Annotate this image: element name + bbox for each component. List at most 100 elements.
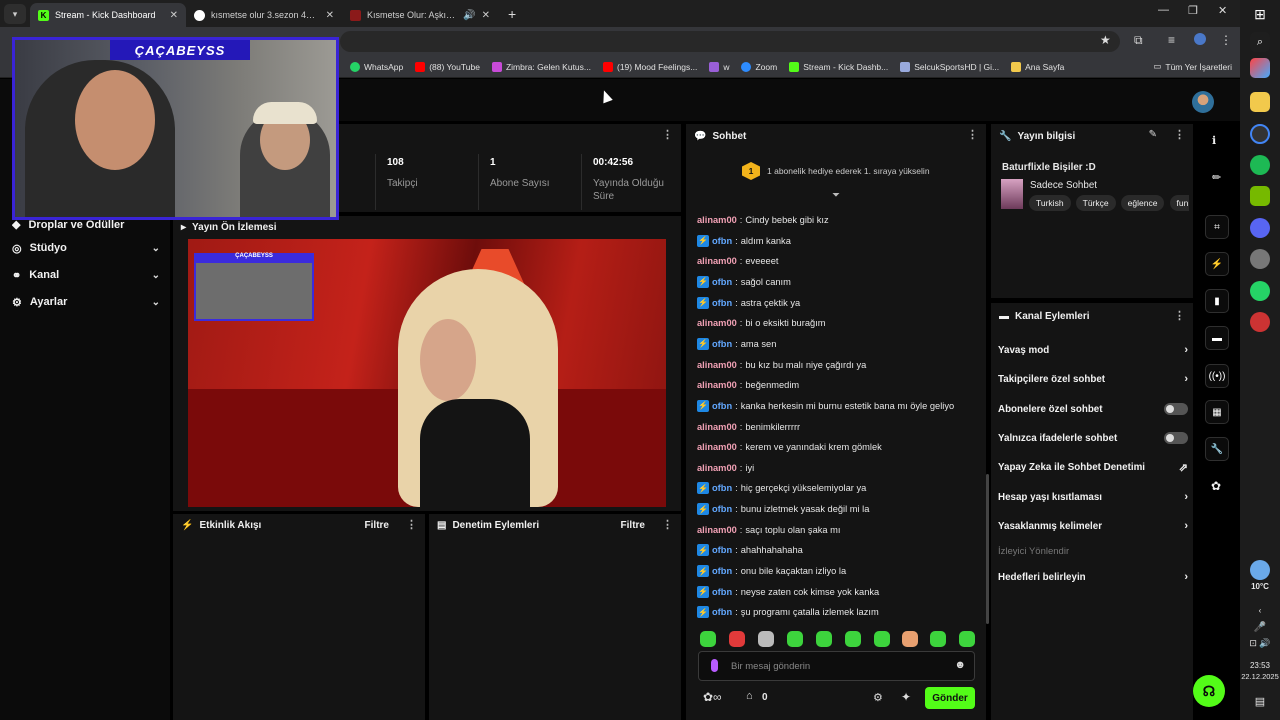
bookmark[interactable]: Zoom	[741, 61, 777, 72]
file-explorer-icon[interactable]	[1250, 92, 1270, 112]
channel-action-item[interactable]: Yalnızca ifadelerle sohbet	[998, 429, 1188, 447]
community-icon[interactable]: ✿∞	[703, 690, 722, 704]
channel-action-item[interactable]: Yavaş mod ›	[998, 341, 1188, 359]
chat-username[interactable]: ofbn	[712, 566, 732, 576]
chat-username[interactable]: ofbn	[712, 277, 732, 287]
star-icon[interactable]: ★	[1100, 33, 1111, 47]
discord-icon[interactable]	[1250, 218, 1270, 238]
close-tab-icon[interactable]: ✕	[170, 10, 178, 21]
more-options-icon[interactable]: ⋮	[662, 128, 673, 141]
all-bookmarks[interactable]: ▭ Tüm Yer İşaretleri	[1153, 61, 1232, 72]
clock-date[interactable]: 22.12.2025	[1240, 672, 1280, 681]
bookmark[interactable]: SelcukSportsHD | Gi...	[900, 61, 999, 72]
widgets-icon[interactable]	[1250, 58, 1270, 78]
close-tab-icon[interactable]: ✕	[326, 10, 334, 21]
weather-icon[interactable]	[1250, 560, 1270, 580]
chat-username[interactable]: alinam00	[697, 318, 737, 328]
bookmark[interactable]: (19) Mood Feelings...	[603, 61, 697, 72]
emote-icon[interactable]	[729, 631, 745, 647]
whatsapp-icon[interactable]	[1250, 281, 1270, 301]
profile-icon[interactable]	[1194, 33, 1206, 45]
chat-username[interactable]: ofbn	[712, 298, 732, 308]
avatar[interactable]	[1192, 91, 1214, 113]
emote-icon[interactable]	[758, 631, 774, 647]
menu-icon[interactable]: ⋮	[1220, 33, 1232, 47]
chat-username[interactable]: ofbn	[712, 545, 732, 555]
chat-username[interactable]: ofbn	[712, 607, 732, 617]
windows-start-icon[interactable]: ⊞	[1250, 4, 1270, 24]
emote-icon[interactable]	[787, 631, 803, 647]
store-tool-button[interactable]: ▦	[1205, 400, 1229, 424]
speaker-icon[interactable]: 🔊	[463, 10, 475, 21]
channel-action-item[interactable]: Yapay Zeka ile Sohbet Denetimi ⇗	[998, 458, 1188, 476]
restore-icon[interactable]: ❐	[1188, 4, 1198, 17]
emote-icon[interactable]	[902, 631, 918, 647]
info-icon[interactable]: ℹ	[1212, 134, 1216, 147]
close-tab-icon[interactable]: ✕	[482, 10, 490, 21]
collapse-icon[interactable]: ⏷	[832, 190, 840, 201]
emote-icon[interactable]	[930, 631, 946, 647]
emote-icon[interactable]	[700, 631, 716, 647]
toggle-switch[interactable]	[1164, 432, 1188, 444]
category-name[interactable]: Sadece Sohbet	[1030, 180, 1097, 191]
chat-input[interactable]	[731, 658, 951, 674]
pinned-gift-banner[interactable]: 1 1 abonelik hediye ederek 1. sıraya yük…	[742, 162, 930, 180]
chat-username[interactable]: alinam00	[697, 422, 737, 432]
network-icon[interactable]: ⊡ 🔊	[1240, 638, 1280, 649]
close-window-icon[interactable]: ✕	[1218, 4, 1227, 17]
new-tab-button[interactable]: +	[508, 6, 516, 22]
chat-username[interactable]: alinam00	[697, 442, 737, 452]
more-options-icon[interactable]: ⋮	[406, 518, 417, 531]
sidebar-item-settings[interactable]: ⚙ Ayarlar ⌄	[12, 292, 160, 312]
bot-icon[interactable]: ✦	[901, 690, 911, 704]
channel-action-item[interactable]: Takipçilere özel sohbet ›	[998, 370, 1188, 388]
chat-username[interactable]: alinam00	[697, 380, 737, 390]
minimize-icon[interactable]: —	[1158, 4, 1169, 16]
app-icon[interactable]	[1250, 312, 1270, 332]
chat-username[interactable]: ofbn	[712, 339, 732, 349]
chat-username[interactable]: alinam00	[697, 463, 737, 473]
clock-time[interactable]: 23:53	[1240, 661, 1280, 670]
search-icon[interactable]: ⌕	[1250, 32, 1270, 52]
chat-username[interactable]: alinam00	[697, 256, 737, 266]
chrome-icon[interactable]	[1250, 124, 1270, 144]
url-field[interactable]	[340, 31, 1120, 52]
quick-action-button[interactable]: ⚡	[1205, 252, 1229, 276]
channel-action-item[interactable]: Hesap yaşı kısıtlaması ›	[998, 488, 1188, 506]
browser-tab[interactable]: K Stream - Kick Dashboard ✕	[30, 3, 186, 27]
chat-username[interactable]: alinam00	[697, 525, 737, 535]
sidebar-item-studio[interactable]: ◎ Stüdyo ⌄	[12, 238, 160, 258]
emote-icon[interactable]	[845, 631, 861, 647]
scan-tool-button[interactable]: ⌗	[1205, 215, 1229, 239]
pencil-icon[interactable]: ✏	[1212, 171, 1221, 184]
tab-search-button[interactable]: ▾	[4, 4, 26, 24]
stream-preview-video[interactable]: ÇAÇABEYSS	[188, 239, 666, 507]
chat-username[interactable]: ofbn	[712, 401, 732, 411]
more-options-icon[interactable]: ⋮	[662, 518, 673, 531]
community-icon[interactable]: ✿	[1211, 479, 1221, 493]
bookmark[interactable]: (88) YouTube	[415, 61, 480, 72]
mic-icon[interactable]: 🎤	[1240, 622, 1280, 633]
document-button[interactable]: ▮	[1205, 289, 1229, 313]
chat-username[interactable]: alinam00	[697, 360, 737, 370]
chat-username[interactable]: ofbn	[712, 236, 732, 246]
toggle-switch[interactable]	[1164, 403, 1188, 415]
more-options-icon[interactable]: ⋮	[1174, 309, 1185, 322]
wrench-tool-button[interactable]: 🔧	[1205, 437, 1229, 461]
browser-tab[interactable]: kısmetse olur 3.sezon 43.bölüm ✕	[186, 3, 342, 27]
send-button[interactable]: Gönder	[925, 687, 975, 709]
chat-username[interactable]: ofbn	[712, 504, 732, 514]
chat-username[interactable]: alinam00	[697, 215, 737, 225]
extensions-icon[interactable]: ⧉	[1134, 33, 1143, 48]
settings-icon[interactable]: ⚙	[873, 691, 883, 704]
bookmark[interactable]: w	[709, 61, 729, 72]
more-options-icon[interactable]: ⋮	[967, 128, 978, 141]
store-icon[interactable]: ⌂	[746, 690, 753, 702]
emote-icon[interactable]	[816, 631, 832, 647]
chat-tool-button[interactable]: ▬	[1205, 326, 1229, 350]
nvidia-icon[interactable]	[1250, 186, 1270, 206]
emote-icon[interactable]	[874, 631, 890, 647]
notifications-icon[interactable]: ▤	[1240, 695, 1280, 708]
mic-icon[interactable]	[711, 659, 718, 672]
chat-username[interactable]: ofbn	[712, 483, 732, 493]
